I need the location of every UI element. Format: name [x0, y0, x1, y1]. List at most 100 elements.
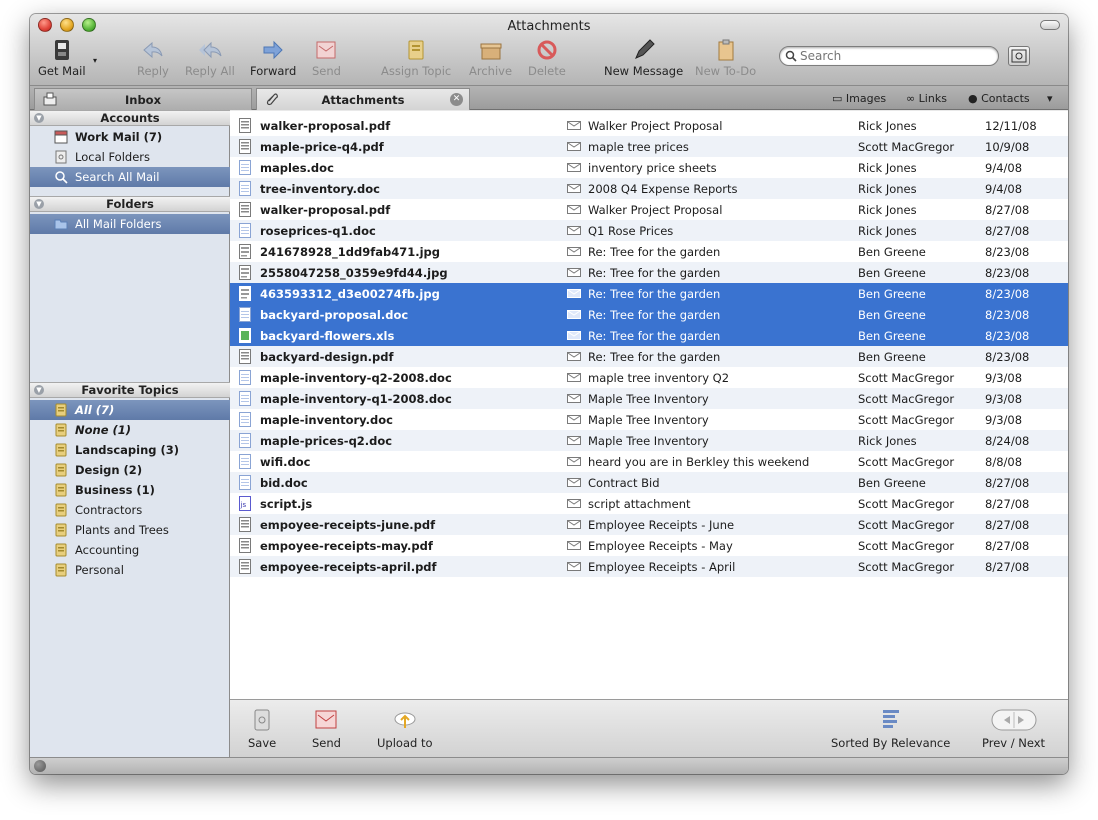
favorite-topics-header[interactable]: ▼ Favorite Topics [30, 382, 230, 398]
tab-inbox-label: Inbox [124, 93, 162, 107]
search-options-button[interactable] [1008, 46, 1030, 66]
attachment-row[interactable]: roseprices-q1.doc Q1 Rose Prices Rick Jone… [230, 220, 1068, 241]
attachment-row[interactable]: wifi.doc heard you are in Berkley this we… [230, 451, 1068, 472]
message-sender: Rick Jones [858, 434, 917, 448]
attachment-row[interactable]: 241678928_1dd9fab471.jpg Re: Tree for the… [230, 241, 1068, 262]
attachment-row[interactable]: backyard-design.pdf Re: Tree for the gard… [230, 346, 1068, 367]
attachment-row[interactable]: 2558047258_0359e9fd44.jpg Re: Tree for th… [230, 262, 1068, 283]
local-folders-icon [55, 150, 67, 164]
archive-button[interactable]: Archive [469, 38, 512, 78]
sort-by-button[interactable]: Sorted By Relevance [831, 708, 950, 750]
folders-header[interactable]: ▼ Folders [30, 196, 230, 212]
message-envelope-icon [567, 499, 581, 508]
online-status-globe-icon[interactable] [34, 760, 46, 772]
document-file-icon [239, 181, 251, 196]
sidebar-item-local-folders[interactable]: Local Folders [30, 147, 230, 167]
attachment-row[interactable]: empoyee-receipts-june.pdf Employee Receip… [230, 514, 1068, 535]
close-tab-icon[interactable]: ✕ [450, 93, 463, 106]
attachment-row[interactable]: maples.doc inventory price sheets Rick Jon… [230, 157, 1068, 178]
message-sender: Ben Greene [858, 476, 926, 490]
sidebar-topic-item[interactable]: Accounting [30, 540, 230, 560]
image-file-icon [239, 244, 251, 259]
sidebar-topic-item[interactable]: None (1) [30, 420, 230, 440]
get-mail-menu-arrow[interactable]: ▾ [93, 56, 97, 65]
topic-icon [55, 463, 67, 477]
attachment-filename: wifi.doc [260, 455, 311, 469]
attachment-row[interactable]: js script.js script attachment Scott MacGre… [230, 493, 1068, 514]
sidebar-topic-item[interactable]: All (7) [30, 400, 230, 420]
attachment-row[interactable]: bid.doc Contract Bid Ben Greene 8/27/08 [230, 472, 1068, 493]
attachment-row[interactable]: backyard-flowers.xls Re: Tree for the gar… [230, 325, 1068, 346]
attachment-row[interactable]: walker-proposal.pdf Walker Project Propos… [230, 199, 1068, 220]
activity-button[interactable]: ▾ [1047, 92, 1053, 105]
assign-topic-button[interactable]: Assign Topic [381, 38, 451, 78]
message-subject: Contract Bid [588, 476, 660, 490]
attachment-row[interactable]: empoyee-receipts-april.pdf Employee Recei… [230, 556, 1068, 577]
save-attachment-button[interactable]: Save [248, 708, 276, 750]
window-title: Attachments [507, 19, 591, 34]
links-label: Links [918, 92, 947, 105]
message-sender: Rick Jones [858, 224, 917, 238]
attachment-row[interactable]: maple-inventory.doc Maple Tree Inventory S… [230, 409, 1068, 430]
upload-to-button[interactable]: Upload to [377, 708, 433, 750]
reply-all-button[interactable]: Reply All [185, 38, 235, 78]
sidebar-item-work-mail[interactable]: Work Mail (7) [30, 127, 230, 147]
toolbar-toggle-button[interactable] [1040, 20, 1060, 30]
sidebar-topic-item[interactable]: Landscaping (3) [30, 440, 230, 460]
pdf-file-icon [239, 517, 251, 532]
prev-next-button[interactable]: Prev / Next [982, 708, 1045, 750]
delete-button[interactable]: Delete [528, 38, 566, 78]
attachment-row[interactable]: tree-inventory.doc 2008 Q4 Expense Report… [230, 178, 1068, 199]
sidebar-topic-item[interactable]: Design (2) [30, 460, 230, 480]
sidebar-topic-item[interactable]: Plants and Trees [30, 520, 230, 540]
search-input[interactable] [800, 48, 990, 64]
new-todo-button[interactable]: New To-Do [695, 38, 756, 78]
contacts-filter[interactable]: ● Contacts [968, 92, 1030, 105]
message-subject: maple tree prices [588, 140, 689, 154]
message-date: 8/8/08 [985, 455, 1023, 469]
attachment-row[interactable]: walker-proposal.pdf Walker Project Propos… [230, 115, 1068, 136]
message-subject: Maple Tree Inventory [588, 434, 709, 448]
new-message-button[interactable]: New Message [604, 38, 683, 78]
links-filter[interactable]: ∞ Links [906, 92, 947, 105]
forward-button[interactable]: Forward [250, 38, 296, 78]
message-subject: Re: Tree for the garden [588, 329, 721, 343]
sort-bars-icon [882, 710, 899, 728]
attachment-row[interactable]: empoyee-receipts-may.pdf Employee Receipt… [230, 535, 1068, 556]
tab-inbox[interactable]: Inbox [34, 88, 252, 110]
message-date: 8/27/08 [985, 560, 1030, 574]
sidebar-item-search-all-mail[interactable]: Search All Mail [30, 167, 230, 187]
disclosure-triangle-icon[interactable]: ▼ [34, 113, 44, 123]
message-subject: Re: Tree for the garden [588, 287, 721, 301]
attachment-row[interactable]: backyard-proposal.doc Re: Tree for the ga… [230, 304, 1068, 325]
attachment-row[interactable]: 463593312_d3e00274fb.jpg Re: Tree for the… [230, 283, 1068, 304]
attachment-row[interactable]: maple-price-q4.pdf maple tree prices Scott… [230, 136, 1068, 157]
accounts-header[interactable]: ▼ Accounts [30, 110, 230, 126]
attachment-row[interactable]: maple-inventory-q1-2008.doc Maple Tree In… [230, 388, 1068, 409]
sidebar-topic-item[interactable]: Business (1) [30, 480, 230, 500]
reply-button[interactable]: Reply [137, 38, 169, 78]
message-sender: Rick Jones [858, 119, 917, 133]
topic-label: Business (1) [75, 483, 155, 497]
message-sender: Ben Greene [858, 308, 926, 322]
message-subject: Maple Tree Inventory [588, 413, 709, 427]
tab-attachments[interactable]: Attachments ✕ [256, 88, 470, 110]
message-subject: Re: Tree for the garden [588, 266, 721, 280]
search-field[interactable] [779, 46, 999, 66]
send-attachment-button[interactable]: Send [312, 708, 341, 750]
disclosure-triangle-icon[interactable]: ▼ [34, 199, 44, 209]
sidebar-topic-item[interactable]: Personal [30, 560, 230, 580]
images-filter[interactable]: ▭ Images [832, 92, 886, 105]
message-date: 8/27/08 [985, 203, 1030, 217]
attachment-row[interactable]: maple-inventory-q2-2008.doc maple tree in… [230, 367, 1068, 388]
sidebar-topic-item[interactable]: Contractors [30, 500, 230, 520]
get-mail-button[interactable]: Get Mail [38, 38, 86, 78]
topic-icon [55, 423, 67, 437]
attachment-row[interactable]: maple-prices-q2.doc Maple Tree Inventory R… [230, 430, 1068, 451]
sidebar-item-all-mail-folders[interactable]: All Mail Folders [30, 214, 230, 234]
disclosure-triangle-icon[interactable]: ▼ [34, 385, 44, 395]
send-button[interactable]: Send [312, 38, 341, 78]
bottom-toolbar: Save Send Upload to Sorted By Relevance … [230, 699, 1068, 757]
save-label: Save [248, 736, 277, 750]
message-envelope-icon [567, 268, 581, 277]
